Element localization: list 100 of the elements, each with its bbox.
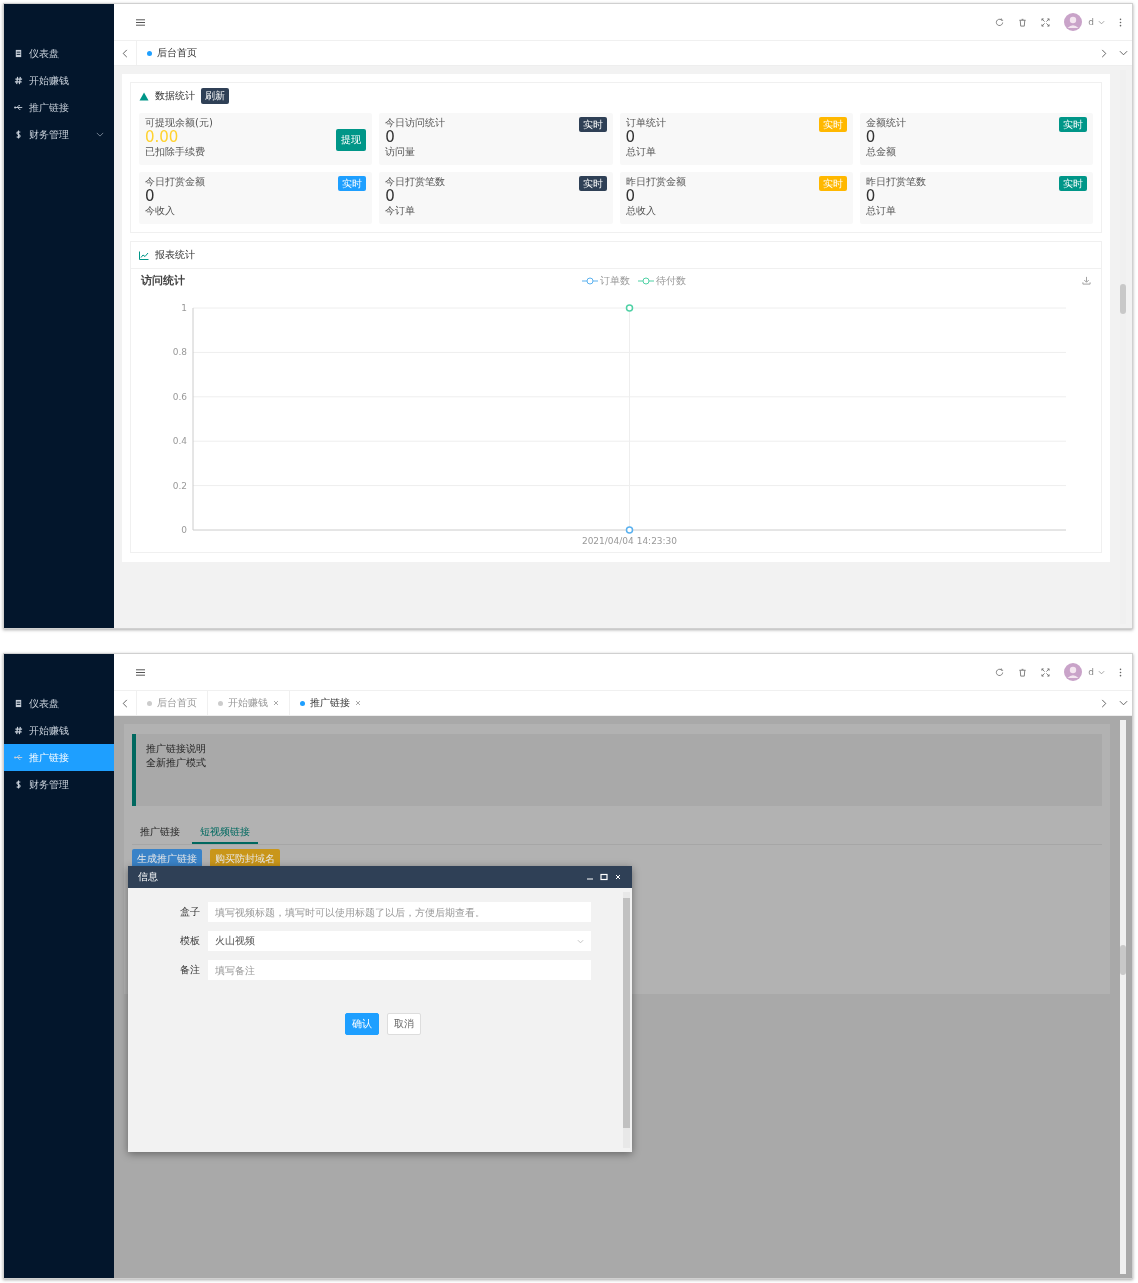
realtime-badge: 实时 xyxy=(1059,117,1087,132)
user-name[interactable]: d xyxy=(1088,667,1094,677)
stat-note: 今收入 xyxy=(145,205,176,217)
sub-tab[interactable]: 推广链接 xyxy=(132,822,188,844)
data-point xyxy=(625,304,634,312)
stat-label: 可提现余额(元) xyxy=(145,117,214,129)
y-tick-label: 0.8 xyxy=(172,347,187,358)
realtime-badge: 实时 xyxy=(1059,176,1087,191)
stat-label: 今日打赏金额 xyxy=(145,176,206,188)
caret-icon xyxy=(1098,19,1105,25)
more-icon[interactable] xyxy=(1119,17,1122,27)
stat-value: 0 xyxy=(865,188,877,205)
chevron-left-icon[interactable] xyxy=(122,48,128,58)
hash-icon xyxy=(14,76,23,85)
sub-tab[interactable]: 短视频链接 xyxy=(192,822,258,844)
avatar[interactable] xyxy=(1064,13,1083,31)
warning-icon xyxy=(139,91,149,101)
stat-note: 访问量 xyxy=(385,146,417,158)
withdraw-button[interactable]: 提现 xyxy=(336,129,367,151)
field-label: 备注 xyxy=(179,963,200,977)
trash-icon[interactable] xyxy=(1018,667,1028,677)
y-tick-label: 0 xyxy=(181,525,187,535)
user-name[interactable]: d xyxy=(1088,17,1094,27)
stat-label: 金额统计 xyxy=(865,117,907,129)
realtime-badge: 实时 xyxy=(818,117,847,132)
panel-title: 数据统计 xyxy=(155,89,195,103)
realtime-badge: 实时 xyxy=(818,176,847,191)
stat-note: 总订单 xyxy=(625,146,657,158)
sidebar-item[interactable]: 财务管理 xyxy=(4,121,114,148)
select-field[interactable]: 火山视频 xyxy=(208,931,591,951)
stat-label: 今日打赏笔数 xyxy=(385,176,447,188)
notice-text: 全新推广模式 xyxy=(146,756,207,770)
menu-icon[interactable] xyxy=(136,667,145,677)
stat-value: 0 xyxy=(385,188,396,205)
trash-icon[interactable] xyxy=(1018,17,1028,27)
realtime-badge: 实时 xyxy=(578,117,607,132)
chevron-icon xyxy=(96,132,104,137)
dialog-button[interactable]: 取消 xyxy=(386,1013,421,1035)
document-icon xyxy=(14,49,23,58)
data-point xyxy=(625,526,634,534)
x-tick-label: 2021/04/04 14:23:30 xyxy=(581,536,678,546)
stat-note: 已扣除手续费 xyxy=(145,146,206,158)
sidebar-item[interactable]: 财务管理 xyxy=(4,771,114,798)
action-button[interactable]: 生成推广链接 xyxy=(132,849,202,869)
chevron-right-icon[interactable] xyxy=(1101,48,1107,58)
sidebar-item[interactable]: 开始赚钱 xyxy=(4,67,114,94)
stat-note: 总订单 xyxy=(865,205,897,217)
dialog-title: 信息 xyxy=(138,870,158,884)
stat-label: 订单统计 xyxy=(625,117,667,129)
realtime-badge: 实时 xyxy=(578,176,607,191)
legend-label: 订单数 xyxy=(599,273,630,288)
sidebar-item[interactable]: 仪表盘 xyxy=(4,690,114,717)
page-tab[interactable]: 后台首页 xyxy=(136,41,207,65)
input-field[interactable]: 填写视频标题，填写时可以使用标题了以后，方便后期查看。 xyxy=(208,902,591,922)
sidebar-item[interactable]: 推广链接 xyxy=(4,94,114,121)
realtime-badge: 实时 xyxy=(338,176,367,191)
chevron-left-icon[interactable] xyxy=(122,698,128,708)
document-icon xyxy=(14,699,23,708)
scrollbar[interactable] xyxy=(623,892,630,1148)
refresh-badge[interactable]: 刷新 xyxy=(201,88,229,104)
field-label: 模板 xyxy=(179,934,200,948)
avatar[interactable] xyxy=(1064,663,1083,681)
fullscreen-icon[interactable] xyxy=(1041,17,1051,27)
hash-icon xyxy=(14,726,23,735)
legend-label: 待付数 xyxy=(655,273,686,288)
stat-note: 今订单 xyxy=(385,205,417,217)
page-tab[interactable]: 推广链接 xyxy=(289,691,371,715)
stat-note: 总收入 xyxy=(625,205,657,217)
stat-value: 0 xyxy=(865,129,877,146)
stat-label: 昨日打赏笔数 xyxy=(865,176,927,188)
sidebar-item[interactable]: 仪表盘 xyxy=(4,40,114,67)
stat-label: 昨日打赏金额 xyxy=(625,176,687,188)
scrollbar[interactable] xyxy=(1120,720,1126,1274)
notice-text: 推广链接说明 xyxy=(146,742,207,756)
download-icon[interactable] xyxy=(1082,276,1091,285)
chevron-down-icon[interactable] xyxy=(1119,50,1128,56)
refresh-icon[interactable] xyxy=(995,667,1005,677)
y-tick-label: 0.4 xyxy=(172,436,187,447)
panel-title: 报表统计 xyxy=(155,248,195,262)
stat-note: 总金额 xyxy=(865,146,897,158)
y-tick-label: 1 xyxy=(181,303,187,313)
stat-label: 今日访问统计 xyxy=(385,117,447,129)
caret-icon xyxy=(1098,669,1105,675)
stat-value: 0 xyxy=(625,188,637,205)
chart-title: 访问统计 xyxy=(141,273,185,288)
input-field[interactable]: 填写备注 xyxy=(208,960,591,980)
maximize-icon[interactable] xyxy=(600,873,608,881)
more-icon[interactable] xyxy=(1119,667,1122,677)
y-tick-label: 0.2 xyxy=(172,480,187,491)
chevron-right-icon[interactable] xyxy=(1101,698,1107,708)
stat-value: 0.00 xyxy=(145,129,180,146)
field-label: 盒子 xyxy=(179,905,200,919)
usb-icon xyxy=(14,753,23,762)
sidebar-item[interactable]: 开始赚钱 xyxy=(4,717,114,744)
fullscreen-icon[interactable] xyxy=(1041,667,1051,677)
chevron-down-icon[interactable] xyxy=(1119,700,1128,706)
dollar-icon xyxy=(14,130,23,139)
usb-icon xyxy=(14,103,23,112)
menu-icon[interactable] xyxy=(136,17,145,27)
refresh-icon[interactable] xyxy=(995,17,1005,27)
